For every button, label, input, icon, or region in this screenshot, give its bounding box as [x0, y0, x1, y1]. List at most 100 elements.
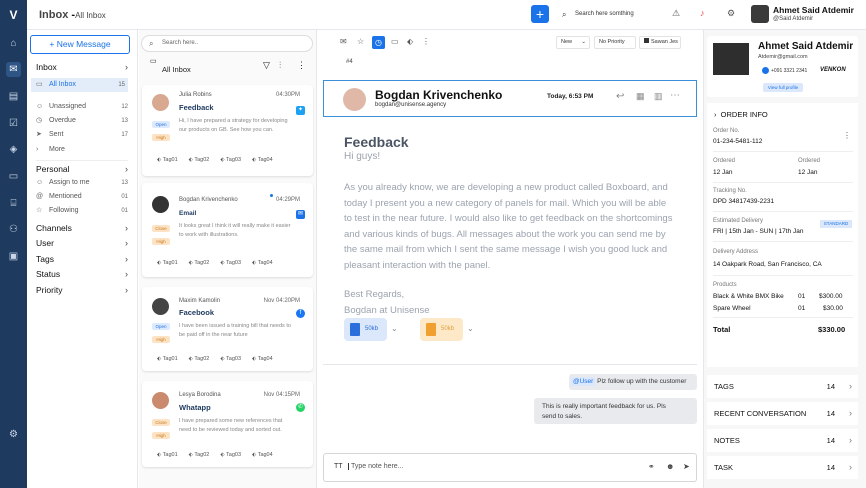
- at-icon: @: [36, 193, 44, 200]
- bank-icon[interactable]: ⌸: [6, 196, 21, 211]
- note-input[interactable]: Type note here...: [348, 463, 404, 470]
- avatar: [343, 88, 366, 111]
- reports-icon[interactable]: ▣: [6, 249, 21, 264]
- attachment-1[interactable]: 50kb: [344, 318, 387, 341]
- order-info: › ORDER INFO Order No. 01-234-5481-112 ⋮…: [707, 103, 858, 367]
- list-item[interactable]: Maxim Kamolin Nov 04:20PM Facebook f I h…: [142, 287, 313, 371]
- reply-icon[interactable]: ↩: [616, 91, 624, 102]
- avatar: [751, 5, 769, 23]
- message-header: Bogdan Krivenchenko bogdan@unisense.agen…: [323, 80, 697, 117]
- chevron-down-icon[interactable]: ⌄: [391, 324, 398, 333]
- file-icon[interactable]: ▭: [6, 169, 21, 184]
- inbox-tray-icon: ▭: [150, 58, 157, 65]
- avatar: [152, 196, 169, 213]
- sliders-icon[interactable]: ⫶: [279, 60, 281, 71]
- attachment-2[interactable]: 50kb: [420, 318, 463, 341]
- settings-icon[interactable]: ⚙: [6, 427, 21, 442]
- folder-icon[interactable]: ▭: [391, 37, 399, 46]
- chat-icon: ✦: [296, 106, 305, 115]
- nav-section-priority[interactable]: Priority ›: [36, 285, 128, 295]
- mail-icon[interactable]: ✉: [340, 37, 347, 46]
- emoji-icon[interactable]: ☻: [666, 462, 674, 471]
- trash-icon[interactable]: ▥: [654, 91, 663, 102]
- clock-icon[interactable]: ◷: [372, 36, 385, 49]
- chevron-right-icon: ›: [849, 381, 852, 391]
- inbox-icon[interactable]: ✉: [6, 62, 21, 77]
- phone-icon: [762, 67, 769, 74]
- user-icon: ☺: [36, 179, 44, 186]
- chevron-down-icon[interactable]: ⌄: [467, 324, 474, 333]
- filter-icon[interactable]: ▽: [263, 60, 270, 71]
- send-icon[interactable]: ➤: [683, 462, 690, 471]
- nav-item-assign-to-me[interactable]: ☺ Assign to me 13: [36, 177, 128, 189]
- nav-item-unassigned[interactable]: ☺ Unassigned 12: [36, 101, 128, 113]
- search-icon: ⌕: [562, 10, 567, 19]
- text-format-button[interactable]: TT: [334, 463, 343, 470]
- nav-item-sent[interactable]: ➤ Sent 17: [36, 129, 128, 141]
- list-item[interactable]: Lesya Borodina Nov 04:15PM Whatapp ✆ I h…: [142, 381, 313, 467]
- users-icon[interactable]: ⚇: [6, 222, 21, 237]
- priority-dropdown[interactable]: No Priority: [594, 36, 636, 49]
- internal-note: This is really important feedback for us…: [534, 398, 697, 424]
- view-profile-button[interactable]: View full profile: [763, 83, 803, 92]
- global-search-input[interactable]: ⌕ Search here somthing: [558, 6, 658, 23]
- priority-badge: High: [152, 432, 170, 439]
- thread-id: #4: [346, 59, 353, 65]
- list-item[interactable]: Bogdan Krivenchenko 04:29PM Email ✉ It l…: [142, 183, 313, 277]
- status-dropdown[interactable]: New ⌄: [556, 36, 590, 49]
- folder-nav: + New Message Inbox › ▭ All Inbox 15 ☺ Unass…: [27, 30, 138, 488]
- note-composer[interactable]: TT Type note here... ⚭ ☻ ➤: [323, 453, 697, 482]
- nav-item-mentioned[interactable]: @ Mentioned 01: [36, 191, 128, 203]
- home-icon[interactable]: ⌂: [6, 36, 21, 51]
- clock-icon: ◷: [36, 117, 43, 124]
- sender-name: Bogdan Krivenchenko: [375, 88, 503, 102]
- priority-badge: High: [152, 336, 170, 343]
- message-view: ✉ ☆ ◷ ▭ ⬖ ⋮ #4 New ⌄ No Priority Sawan J…: [318, 30, 702, 488]
- nav-section-tags[interactable]: Tags ›: [36, 254, 128, 264]
- more-horizontal-icon[interactable]: ⋯: [670, 90, 680, 101]
- link-icon[interactable]: ⚭: [648, 462, 655, 471]
- nav-item-all-inbox[interactable]: ▭ All Inbox 15: [31, 78, 128, 92]
- facebook-icon: f: [296, 309, 305, 318]
- accordion-recent-conversation[interactable]: RECENT CONVERSATION 14 ›: [707, 402, 858, 425]
- nav-item-overdue[interactable]: ◷ Overdue 13: [36, 115, 128, 127]
- archive-icon[interactable]: ▦: [636, 91, 645, 102]
- customer-name: Ahmet Said Atdemir: [758, 41, 854, 52]
- nav-section-user[interactable]: User ›: [36, 238, 128, 248]
- document-icon[interactable]: ▤: [6, 89, 21, 104]
- accordion-tags[interactable]: TAGS 14 ›: [707, 375, 858, 398]
- more-vertical-icon[interactable]: ⋮: [843, 131, 851, 140]
- accordion-task[interactable]: TASK 14 ›: [707, 456, 858, 479]
- bell-icon[interactable]: ♪: [700, 8, 705, 18]
- more-vertical-icon[interactable]: ⋮: [297, 60, 306, 71]
- layers-icon[interactable]: ◈: [6, 142, 21, 157]
- nav-section-channels[interactable]: Channels ›: [36, 223, 128, 233]
- star-icon[interactable]: ☆: [357, 37, 364, 46]
- top-bar: [27, 0, 866, 30]
- search-icon: ⌕: [149, 39, 154, 48]
- nav-item-following[interactable]: ☆ Following 01: [36, 205, 128, 217]
- breadcrumb: All Inbox: [75, 11, 106, 20]
- tag-icon[interactable]: ⬖: [407, 37, 413, 46]
- chevron-right-icon: ›: [36, 146, 39, 153]
- user-handle: @Said Atdemir: [773, 16, 814, 22]
- order-info-toggle[interactable]: › ORDER INFO: [714, 110, 768, 119]
- tag-list: ⬖ Tag01 ⬖ Tag02 ⬖ Tag03 ⬖ Tag04: [157, 452, 273, 458]
- new-message-button[interactable]: + New Message: [30, 35, 130, 54]
- user-menu[interactable]: Ahmet Said Atdemir @Said Atdemir: [751, 4, 861, 26]
- nav-section-inbox[interactable]: Inbox ›: [36, 62, 128, 72]
- check-icon[interactable]: ☑: [6, 116, 21, 131]
- notification-icon[interactable]: ⚠: [672, 8, 680, 19]
- assignee-dropdown[interactable]: Sawan Jes: [639, 36, 681, 49]
- gear-icon[interactable]: ⚙: [727, 8, 735, 19]
- list-item[interactable]: Julia Robins 04:30PM Feedback ✦ Hi, I ha…: [142, 85, 313, 176]
- nav-item-more[interactable]: › More: [36, 144, 128, 156]
- nav-section-personal[interactable]: Personal ›: [36, 164, 128, 174]
- list-search-input[interactable]: ⌕ Search here..: [141, 35, 313, 52]
- chevron-right-icon: ›: [849, 408, 852, 418]
- user-name: Ahmet Said Atdemir: [773, 5, 854, 15]
- nav-section-status[interactable]: Status ›: [36, 269, 128, 279]
- accordion-notes[interactable]: NOTES 14 ›: [707, 429, 858, 452]
- more-vertical-icon[interactable]: ⋮: [422, 37, 430, 46]
- add-button[interactable]: +: [531, 5, 549, 23]
